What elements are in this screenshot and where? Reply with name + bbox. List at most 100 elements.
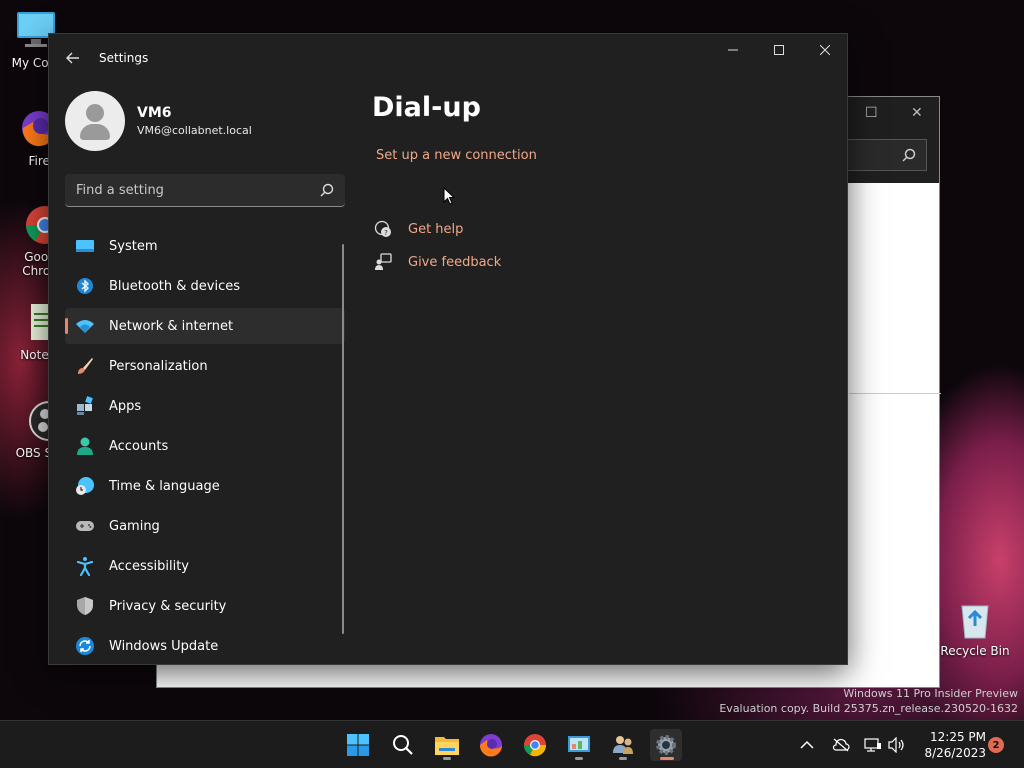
- sidebar-item-accessibility[interactable]: Accessibility: [65, 548, 345, 584]
- desktop-icon-label: Recycle Bin: [940, 644, 1010, 658]
- firefox-icon: [479, 734, 502, 757]
- update-icon: [75, 636, 95, 656]
- settings-window[interactable]: Settings VM6 VM6@collabnet.local System …: [48, 33, 848, 665]
- sidebar-item-privacy[interactable]: Privacy & security: [65, 588, 345, 624]
- get-help-row[interactable]: ? Get help: [374, 218, 463, 240]
- taskbar-clock[interactable]: 12:25 PM 8/26/2023: [914, 729, 986, 761]
- avatar: [65, 91, 125, 151]
- search-icon: [902, 148, 916, 162]
- watermark-line-2: Evaluation copy. Build 25375.zn_release.…: [719, 702, 1018, 715]
- gamepad-icon: [75, 516, 95, 536]
- taskbar-chrome[interactable]: [519, 729, 551, 761]
- globe-clock-icon: [75, 476, 95, 496]
- svg-text:?: ?: [384, 229, 388, 237]
- onedrive-button[interactable]: [832, 721, 850, 768]
- sidebar-item-label: Apps: [109, 398, 142, 414]
- start-button[interactable]: [342, 729, 374, 761]
- apps-icon: [75, 396, 95, 416]
- close-button[interactable]: [802, 34, 848, 66]
- title-bar[interactable]: Settings: [49, 34, 847, 82]
- shield-icon: [75, 596, 95, 616]
- clock-date: 8/26/2023: [924, 746, 986, 760]
- sidebar-item-label: Windows Update: [109, 638, 219, 654]
- sidebar-item-accounts[interactable]: Accounts: [65, 428, 345, 464]
- help-icon: ?: [374, 220, 392, 238]
- taskbar-settings[interactable]: [650, 729, 682, 761]
- minimize-button[interactable]: [710, 34, 756, 66]
- running-indicator: [575, 757, 583, 760]
- clock-time: 12:25 PM: [930, 730, 986, 744]
- sidebar-item-bluetooth[interactable]: Bluetooth & devices: [65, 268, 345, 304]
- show-hidden-icons-button[interactable]: [800, 721, 814, 768]
- windows-watermark: Windows 11 Pro Insider Preview Evaluatio…: [719, 686, 1018, 716]
- user-name: VM6: [137, 105, 172, 121]
- folder-icon: [435, 737, 459, 755]
- sidebar-scrollbar[interactable]: [342, 244, 344, 634]
- bluetooth-icon: [75, 276, 95, 296]
- feedback-icon: [374, 253, 392, 271]
- sidebar-item-windows-update[interactable]: Windows Update: [65, 628, 345, 664]
- background-search-box[interactable]: [837, 139, 927, 171]
- recycle-bin-icon: [954, 598, 996, 640]
- chrome-icon: [523, 734, 547, 757]
- notification-badge[interactable]: 2: [988, 737, 1004, 753]
- setup-new-connection-link[interactable]: Set up a new connection: [376, 148, 537, 163]
- close-icon[interactable]: ✕: [911, 105, 923, 121]
- taskbar-firefox[interactable]: [475, 729, 507, 761]
- page-title: Dial-up: [372, 92, 481, 123]
- taskbar-file-explorer[interactable]: [431, 729, 463, 761]
- monitor-icon: [75, 236, 95, 256]
- person-icon: [75, 436, 95, 456]
- back-button[interactable]: [61, 46, 85, 70]
- taskbar: 12:25 PM 8/26/2023 2: [0, 720, 1024, 768]
- sidebar-item-label: Accounts: [109, 438, 169, 454]
- gear-icon: [656, 735, 676, 755]
- give-feedback-link[interactable]: Give feedback: [408, 255, 501, 270]
- minimize-icon: [728, 49, 738, 51]
- get-help-link[interactable]: Get help: [408, 222, 463, 237]
- chevron-up-icon: [800, 740, 814, 749]
- divider: [849, 393, 941, 394]
- sidebar-item-label: System: [109, 238, 158, 254]
- user-profile[interactable]: VM6 VM6@collabnet.local: [65, 91, 345, 151]
- maximize-icon[interactable]: ☐: [865, 105, 878, 121]
- sidebar-item-apps[interactable]: Apps: [65, 388, 345, 424]
- sidebar-item-personalization[interactable]: Personalization: [65, 348, 345, 384]
- network-button[interactable]: [864, 721, 882, 768]
- taskbar-search-button[interactable]: [387, 729, 419, 761]
- close-icon: [820, 45, 830, 55]
- sidebar-item-gaming[interactable]: Gaming: [65, 508, 345, 544]
- sidebar-item-label: Accessibility: [109, 558, 189, 574]
- app-title: Settings: [99, 51, 149, 65]
- taskbar-users[interactable]: [607, 729, 639, 761]
- wifi-icon: [75, 316, 95, 336]
- watermark-line-1: Windows 11 Pro Insider Preview: [843, 687, 1018, 700]
- accessibility-icon: [75, 556, 95, 577]
- give-feedback-row[interactable]: Give feedback: [374, 251, 501, 273]
- volume-button[interactable]: [888, 721, 906, 768]
- sidebar-item-label: Personalization: [109, 358, 208, 374]
- windows-logo-icon: [347, 734, 369, 756]
- running-indicator: [443, 757, 451, 760]
- taskbar-control-panel[interactable]: [563, 729, 595, 761]
- mouse-cursor-icon: [443, 187, 455, 205]
- search-icon[interactable]: [319, 182, 335, 198]
- search-input[interactable]: [65, 174, 305, 206]
- find-setting-box[interactable]: [65, 174, 345, 207]
- volume-icon: [888, 737, 904, 753]
- sidebar-item-system[interactable]: System: [65, 228, 345, 264]
- maximize-button[interactable]: [756, 34, 802, 66]
- back-arrow-icon: [66, 52, 79, 64]
- sidebar-item-label: Time & language: [109, 478, 220, 494]
- active-indicator: [660, 757, 674, 760]
- sidebar-item-label: Gaming: [109, 518, 160, 534]
- sidebar-item-network[interactable]: Network & internet: [65, 308, 345, 344]
- maximize-icon: [774, 45, 784, 55]
- desktop-icon-recycle-bin[interactable]: Recycle Bin: [940, 598, 1010, 658]
- control-panel-icon: [568, 736, 590, 752]
- network-icon: [864, 738, 881, 752]
- sidebar-item-label: Bluetooth & devices: [109, 278, 240, 294]
- running-indicator: [619, 757, 627, 760]
- sidebar-nav: System Bluetooth & devices Network & int…: [65, 228, 345, 668]
- sidebar-item-time-language[interactable]: Time & language: [65, 468, 345, 504]
